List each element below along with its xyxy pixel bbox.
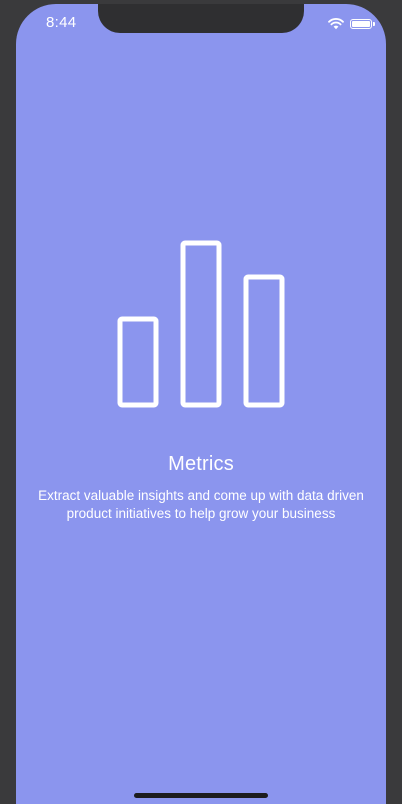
status-icons: [328, 18, 375, 30]
onboarding-description: Extract valuable insights and come up wi…: [16, 487, 386, 523]
bar-chart-icon-bar-tall: [180, 240, 222, 408]
onboarding-title: Metrics: [168, 453, 234, 475]
home-indicator[interactable]: [134, 793, 268, 798]
device-frame: 8:44 Metrics Extract valuable insights a…: [0, 0, 402, 804]
battery-icon: [350, 19, 375, 29]
wifi-icon: [328, 18, 344, 30]
bar-chart-icon-bar-medium: [243, 274, 285, 408]
bar-chart-icon-bar-short: [117, 316, 159, 408]
status-time: 8:44: [46, 14, 77, 31]
description-line-2: product initiatives to help grow your bu…: [66, 506, 336, 521]
bar-chart-icon: [117, 240, 285, 408]
description-line-1: Extract valuable insights and come up wi…: [38, 488, 364, 503]
camera-notch: [98, 4, 304, 33]
